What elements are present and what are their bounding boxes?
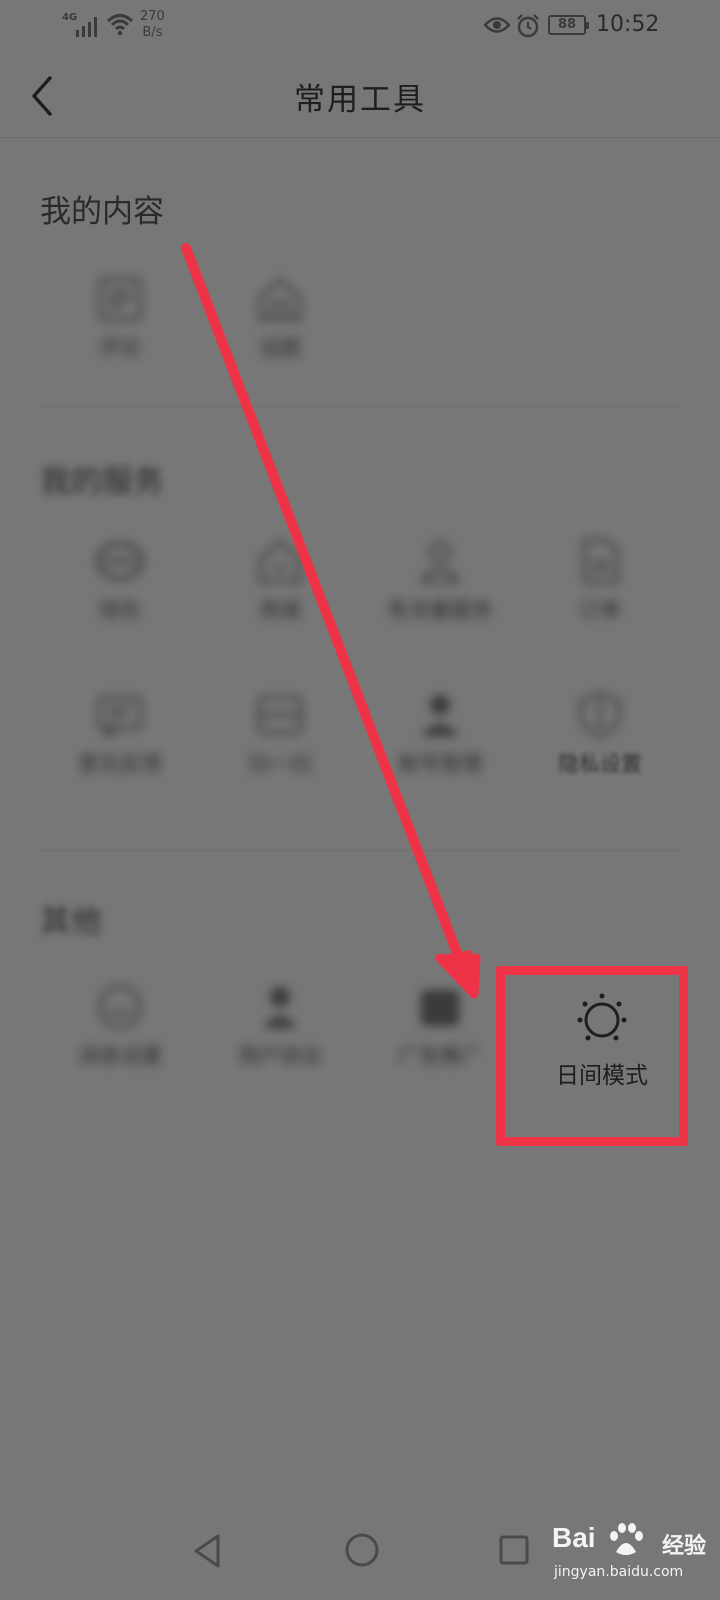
signal-icon — [76, 17, 97, 37]
grid-item-account[interactable]: 账号管理 — [370, 692, 510, 802]
highlight-box — [496, 966, 688, 1146]
grid-item-label: 用户协议 — [238, 1044, 322, 1068]
section-divider — [40, 406, 680, 407]
person-icon — [421, 695, 459, 736]
screen: 4G 270 B/s 88 10:52 常用工具 我的内容 评论 话题 我的服务… — [0, 0, 720, 1600]
document-icon — [98, 277, 142, 321]
grid-item-label: 扫一扫 — [248, 752, 312, 776]
battery-icon: 88 — [548, 15, 589, 35]
coin-icon — [96, 542, 144, 580]
watermark-brand-cn: 经验 — [662, 1534, 707, 1559]
eye-icon — [484, 17, 510, 33]
status-bar: 4G 270 B/s 88 10:52 — [0, 0, 720, 56]
grid-item-orders[interactable]: 订单 — [530, 538, 670, 648]
network-type: 4G — [62, 12, 78, 23]
grid-item-mall[interactable]: 商城 — [210, 538, 350, 648]
baidu-watermark: Bai 经验 jingyan.baidu.com — [552, 1522, 712, 1592]
house-icon — [258, 539, 302, 583]
bell-icon — [98, 985, 142, 1029]
watermark-url: jingyan.baidu.com — [554, 1564, 684, 1580]
grid-item-free-data[interactable]: 免流量服务 — [370, 538, 510, 648]
section-title-my-content: 我的内容 — [40, 194, 164, 230]
grid-item-label: 钱包 — [99, 598, 141, 622]
grid-item-label: 意见反馈 — [78, 752, 162, 776]
grid-item-label: 账号管理 — [398, 752, 482, 776]
grid-item-label: 评论 — [99, 336, 141, 360]
wifi-icon — [106, 14, 134, 36]
speed-unit: B/s — [142, 25, 163, 40]
message-icon — [97, 696, 143, 738]
shield-icon — [579, 692, 621, 738]
section-title-my-services: 我的服务 — [40, 464, 164, 500]
grid-item-label: 订单 — [579, 598, 621, 622]
person-icon — [419, 540, 461, 583]
person-icon — [263, 987, 297, 1028]
nav-recent-icon[interactable] — [498, 1534, 530, 1566]
grid-item-label: 话题 — [259, 336, 301, 360]
nav-back-icon[interactable] — [190, 1532, 224, 1570]
app-header: 常用工具 — [0, 56, 720, 138]
grid-item-label: 隐私设置 — [558, 752, 642, 776]
grid-item-label: 免流量服务 — [387, 598, 493, 622]
document-icon — [583, 538, 619, 584]
grid-item-wallet[interactable]: 钱包 — [50, 538, 190, 648]
network-speed: 270 B/s — [140, 9, 165, 41]
alarm-icon — [517, 14, 539, 38]
section-title-other: 其他 — [40, 904, 102, 940]
nav-home-icon[interactable] — [344, 1532, 380, 1568]
speed-value: 270 — [140, 9, 165, 24]
watermark-brand: Bai — [552, 1522, 596, 1553]
grid-item-feedback[interactable]: 意见反馈 — [50, 692, 190, 802]
page-title: 常用工具 — [294, 82, 426, 118]
grid-item-label: 广告推广 — [398, 1044, 482, 1068]
grid-item-privacy[interactable]: 隐私设置 — [530, 692, 670, 802]
grid-item-comments[interactable]: 评论 — [50, 276, 190, 386]
grid-item-label: 消息设置 — [78, 1044, 162, 1068]
grid-item-scan[interactable]: 扫一扫 — [210, 692, 350, 802]
paw-icon — [610, 1523, 643, 1555]
grid-item-label: 商城 — [259, 598, 301, 622]
grid-item-user-agreement[interactable]: 用户协议 — [210, 984, 350, 1094]
grid-item-message-settings[interactable]: 消息设置 — [50, 984, 190, 1094]
house-icon — [258, 277, 302, 321]
grid-item-ads[interactable]: 广告推广 — [370, 984, 510, 1094]
section-divider — [40, 850, 680, 851]
scan-icon — [257, 696, 303, 734]
grid-item-topics[interactable]: 话题 — [210, 276, 350, 386]
signal-indicator: 4G — [62, 12, 102, 38]
clock: 10:52 — [596, 12, 660, 37]
megaphone-icon — [421, 990, 459, 1026]
